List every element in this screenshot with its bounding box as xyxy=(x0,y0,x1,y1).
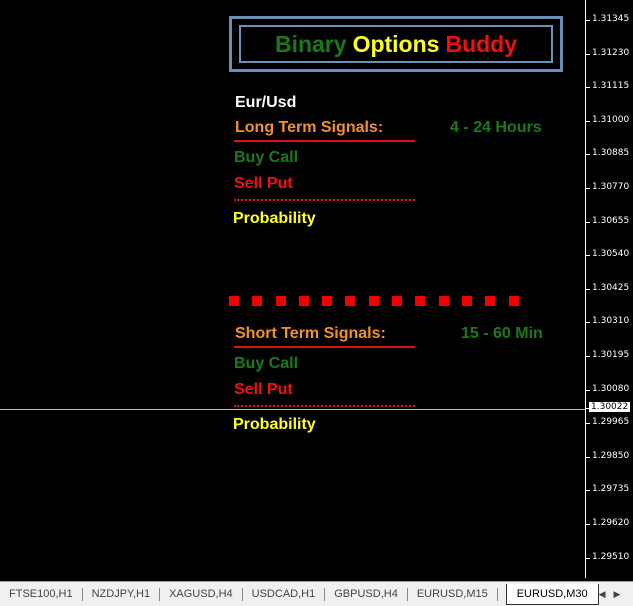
price-axis[interactable]: 1.31345 1.31230 1.31115 1.31000 1.30885 1.307… xyxy=(585,0,633,578)
price-tick-label: 1.29965 xyxy=(592,417,630,428)
divider-dotted xyxy=(234,405,415,407)
price-tick-label: 1.30080 xyxy=(592,383,630,394)
chart-tab[interactable]: NZDJPY,H1 xyxy=(83,587,161,601)
price-tick-label: 1.30310 xyxy=(592,316,630,327)
price-tick-label: 1.30540 xyxy=(592,249,630,260)
long-sell-put: Sell Put xyxy=(234,175,293,192)
chart-tab[interactable]: USDCAD,H1 xyxy=(243,587,326,601)
separator-dot xyxy=(508,296,519,306)
chart-tab[interactable]: EURUSD,M30 xyxy=(505,583,599,605)
separator-dot xyxy=(252,296,263,306)
separator-dot xyxy=(322,296,333,306)
pair-label: Eur/Usd xyxy=(235,94,297,111)
long-buy-call: Buy Call xyxy=(234,149,299,166)
price-tick-label: 1.31345 xyxy=(592,14,630,24)
short-buy-call: Buy Call xyxy=(234,355,299,372)
current-price-line xyxy=(0,409,585,410)
separator-dot xyxy=(298,296,309,306)
separator-dot xyxy=(345,296,356,306)
separator-dot xyxy=(415,296,426,306)
long-term-label: Long Term Signals: xyxy=(235,119,384,136)
price-tick-label: 1.30425 xyxy=(592,282,630,293)
short-sell-put: Sell Put xyxy=(234,381,293,398)
logo-box: Binary Options Buddy xyxy=(229,16,563,72)
short-probability: Probability xyxy=(233,416,316,433)
logo-word-binary: Binary xyxy=(274,30,347,57)
short-term-label: Short Term Signals: xyxy=(235,325,386,342)
chart-tab[interactable]: EURUSD,M15 xyxy=(408,587,498,601)
price-tick-label: 1.29850 xyxy=(592,450,630,461)
divider-dotted xyxy=(234,199,415,201)
divider xyxy=(234,346,415,348)
separator-dots xyxy=(229,296,519,306)
chart-tab[interactable]: GBPUSD,H4 xyxy=(325,587,408,601)
price-tick-label: 1.31000 xyxy=(592,114,630,125)
divider xyxy=(234,140,415,142)
price-tick-label: 1.30770 xyxy=(592,182,630,192)
price-tick-label: 1.30195 xyxy=(592,350,630,360)
separator-dot xyxy=(461,296,472,306)
chart-tab[interactable]: FTSE100,H1 xyxy=(0,587,83,601)
price-tick-label: 1.30885 xyxy=(592,148,630,159)
short-term-range: 15 - 60 Min xyxy=(461,325,543,342)
separator-dot xyxy=(392,296,403,306)
chart-area[interactable]: Binary Options Buddy Eur/Usd Long Term S… xyxy=(0,0,585,578)
price-tick-label: 1.29735 xyxy=(592,484,630,495)
price-tick-label: 1.30655 xyxy=(592,215,630,226)
price-tick-label: 1.31230 xyxy=(592,47,630,58)
chart-tab[interactable]: XAGUSD,H4 xyxy=(160,587,243,601)
price-tick-label: 1.29620 xyxy=(592,518,630,528)
price-tick-label: 1.29510 xyxy=(592,551,630,562)
logo-word-buddy: Buddy xyxy=(445,30,518,57)
chart-tabs: FTSE100,H1 NZDJPY,H1 XAGUSD,H4 USDCAD,H1 GBP… xyxy=(0,581,633,606)
separator-dot xyxy=(229,296,239,306)
long-probability: Probability xyxy=(233,210,316,227)
separator-dot xyxy=(438,296,449,306)
logo-word-options: Options xyxy=(352,30,440,57)
separator-dot xyxy=(275,296,286,306)
separator-dot xyxy=(368,296,379,306)
tab-scroll-arrows-icon[interactable]: ◀▶ xyxy=(599,589,629,600)
price-tick-label: 1.31115 xyxy=(592,81,630,92)
long-term-range: 4 - 24 Hours xyxy=(450,119,542,136)
current-price-label: 1.30022 xyxy=(589,402,631,412)
separator-dot xyxy=(485,296,496,306)
